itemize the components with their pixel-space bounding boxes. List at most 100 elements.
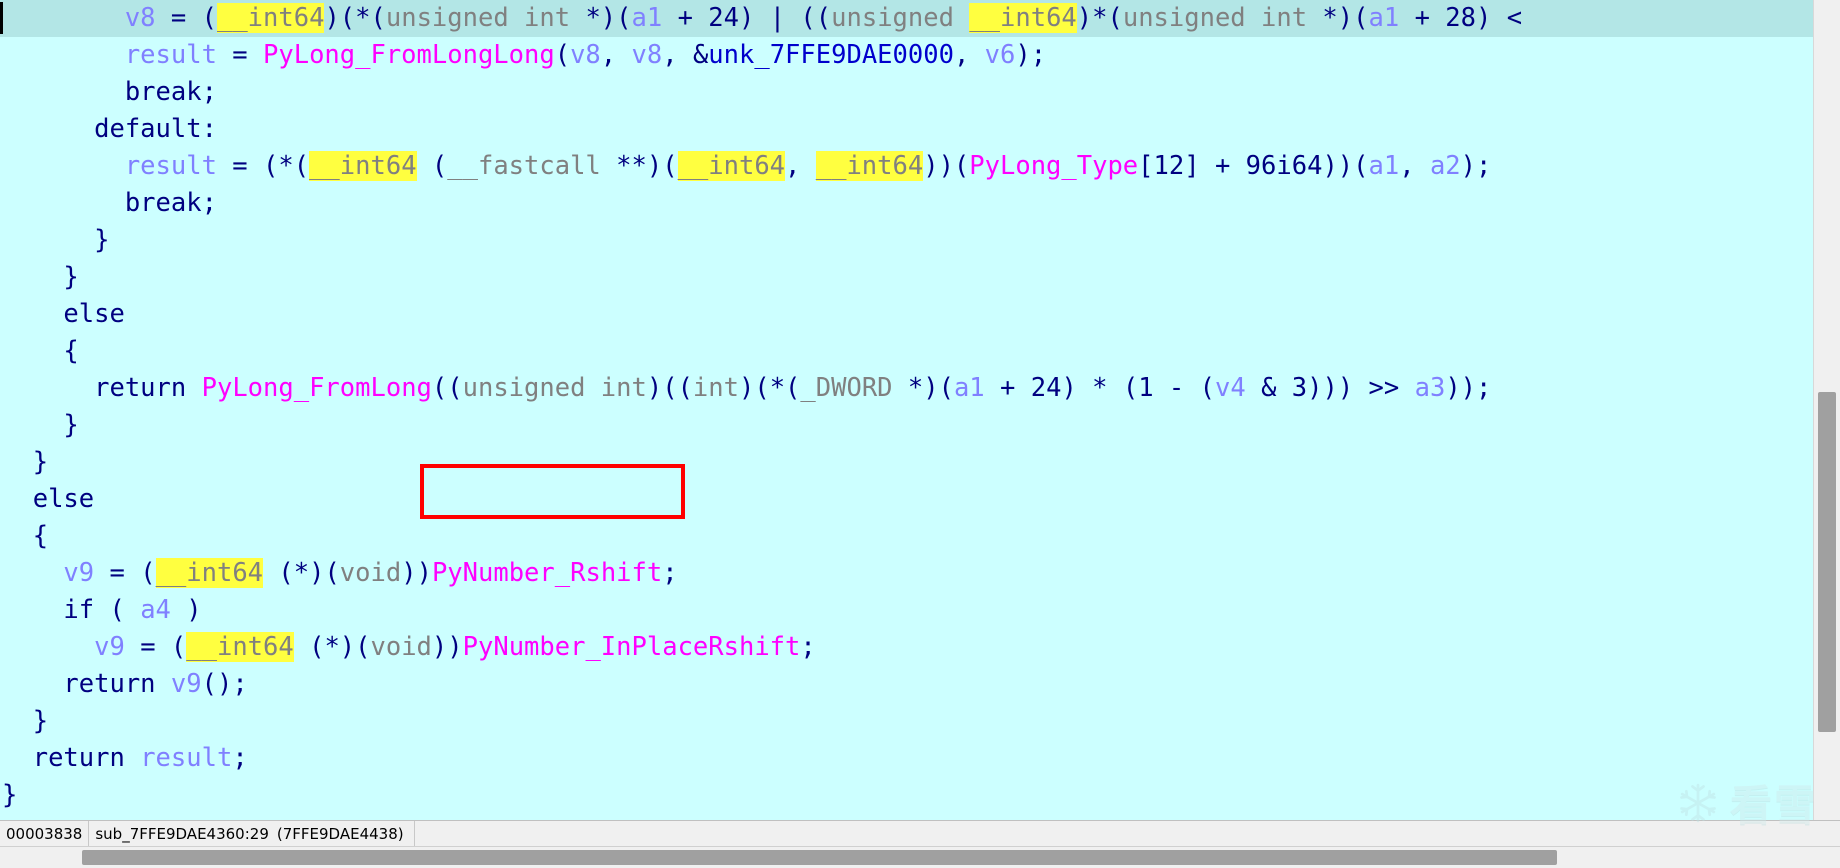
code-line[interactable]: } (0, 703, 1814, 740)
code-token: int (692, 373, 739, 403)
code-line[interactable]: v8 = (__int64)(*(unsigned int *)(a1 + 24… (0, 0, 1814, 37)
code-token: { (2, 336, 79, 366)
code-line[interactable]: } (0, 777, 1814, 814)
code-token: = (*( (216, 151, 310, 181)
code-token: + (662, 3, 709, 33)
code-token: } (2, 225, 110, 255)
code-token: )) (431, 632, 463, 662)
code-token: unk_7FFE9DAE0000 (708, 40, 954, 70)
code-token: 28 (1445, 3, 1476, 33)
code-token: __int64 (969, 3, 1077, 33)
code-token: else (32, 484, 95, 514)
code-line[interactable]: { (0, 333, 1814, 370)
code-line[interactable]: } (0, 259, 1814, 296)
vertical-scrollbar[interactable] (1813, 0, 1840, 820)
code-token: result (124, 40, 217, 70)
code-line[interactable]: break; (0, 185, 1814, 222)
vertical-scrollbar-thumb[interactable] (1818, 392, 1836, 732)
code-line[interactable]: else (0, 296, 1814, 333)
code-token: a4 (140, 595, 171, 625)
code-token: a2 (1429, 151, 1461, 181)
code-line[interactable]: break; (0, 74, 1814, 111)
code-line[interactable]: result = PyLong_FromLongLong(v8, v8, &un… (0, 37, 1814, 74)
code-token: a1 (1368, 3, 1400, 33)
horizontal-scrollbar-thumb[interactable] (82, 850, 1557, 865)
code-line[interactable]: result = (*(__int64 (__fastcall **)(__in… (0, 148, 1814, 185)
code-token: a3 (1414, 373, 1446, 403)
code-token: 24 (1030, 373, 1062, 403)
code-token: *)( (1307, 3, 1369, 33)
code-token: ) * ( (1061, 373, 1139, 403)
code-token: PyLong_FromLong (201, 373, 432, 403)
code-token: unsigned int (462, 373, 647, 403)
code-token: PyNumber_Rshift (431, 558, 663, 588)
code-token: )(*( (738, 373, 801, 403)
code-token: v9 (94, 632, 125, 662)
code-line[interactable]: else (0, 481, 1814, 518)
code-line[interactable]: } (0, 444, 1814, 481)
code-token: return (94, 373, 187, 403)
code-token: ) | (( (739, 3, 832, 33)
code-token: break (124, 188, 202, 218)
code-token: unsigned (831, 3, 970, 33)
code-line[interactable]: v9 = (__int64 (*)(void))PyNumber_Rshift; (0, 555, 1814, 592)
pseudocode-pane[interactable]: v8 = (__int64)(*(unsigned int *)(a1 + 24… (0, 0, 1814, 820)
code-token: __int64 (155, 558, 264, 588)
code-token: + (1399, 3, 1446, 33)
code-token: - ( (1153, 373, 1215, 403)
code-token: , (1399, 151, 1430, 181)
code-line[interactable]: default: (0, 111, 1814, 148)
text-caret (0, 2, 3, 34)
code-line[interactable]: return result; (0, 740, 1814, 777)
code-line[interactable]: if ( a4 ) (0, 592, 1814, 629)
code-token: , & (662, 40, 709, 70)
code-token: { (2, 521, 49, 551)
code-token: if (63, 595, 95, 625)
code-token: v4 (1215, 373, 1246, 403)
code-line[interactable]: return v9(); (0, 666, 1814, 703)
code-line-list[interactable]: v8 = (__int64)(*(unsigned int *)(a1 + 24… (0, 0, 1814, 814)
code-token: ; (800, 632, 816, 662)
code-token: a1 (953, 373, 985, 403)
code-token: PyNumber_InPlaceRshift (462, 632, 801, 662)
status-offset: 00003838 (0, 821, 90, 847)
code-token: __int64 (677, 151, 786, 181)
code-token: *)( (570, 3, 632, 33)
code-line[interactable]: return PyLong_FromLong((unsigned int)((i… (0, 370, 1814, 407)
code-token: ; (662, 558, 678, 588)
code-token: __fastcall (447, 151, 601, 181)
horizontal-scrollbar[interactable] (0, 846, 1840, 868)
code-token: (*)( (293, 632, 371, 662)
code-token: unsigned int (1122, 3, 1308, 33)
code-token: } (2, 706, 49, 736)
pseudocode-window: v8 = (__int64)(*(unsigned int *)(a1 + 24… (0, 0, 1840, 868)
code-token: ] + (1184, 151, 1246, 181)
code-token: } (2, 447, 49, 477)
code-token: break (124, 77, 202, 107)
code-token: + (984, 373, 1031, 403)
code-token: } (2, 410, 79, 440)
code-token: __int64 (216, 3, 325, 33)
code-line[interactable]: { (0, 518, 1814, 555)
code-token: )(( (646, 373, 693, 403)
code-line[interactable]: } (0, 407, 1814, 444)
status-location: sub_7FFE9DAE4360:29 (7FFE9DAE4438) (89, 821, 409, 847)
code-token: (); (201, 669, 248, 699)
code-token: void (339, 558, 402, 588)
code-token: (*)( (263, 558, 340, 588)
code-token: 24 (708, 3, 740, 33)
code-token: ) < (1476, 3, 1523, 33)
code-line[interactable]: } (0, 222, 1814, 259)
code-token: _DWORD (800, 373, 893, 403)
code-token: ; (201, 188, 217, 218)
code-token: ))( (1322, 151, 1369, 181)
code-token: } (2, 780, 18, 810)
code-line[interactable]: v9 = (__int64 (*)(void))PyNumber_InPlace… (0, 629, 1814, 666)
code-token: v8 (124, 3, 156, 33)
